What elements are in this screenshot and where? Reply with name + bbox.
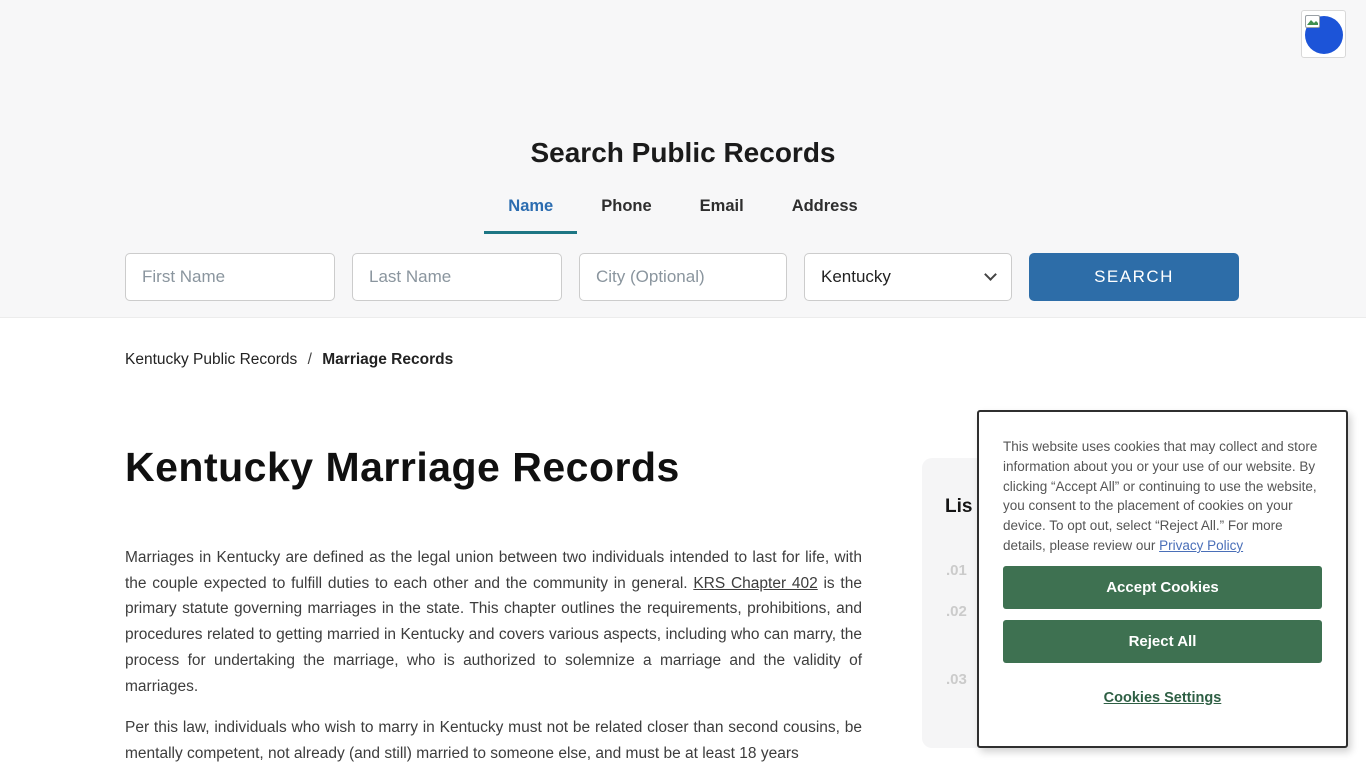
cookie-message-text: This website uses cookies that may colle… <box>1003 439 1318 553</box>
cookie-message: This website uses cookies that may colle… <box>1003 437 1322 556</box>
search-hero: Search Public Records Name Phone Email A… <box>0 0 1366 318</box>
contents-card-heading: Lis <box>945 496 973 517</box>
contents-item-2[interactable]: .02 <box>946 603 967 620</box>
tab-address[interactable]: Address <box>768 197 882 234</box>
chevron-down-icon <box>984 268 997 281</box>
cookies-settings-link[interactable]: Cookies Settings <box>1104 690 1222 706</box>
city-input[interactable] <box>579 253 787 301</box>
contents-item-1[interactable]: .01 <box>946 562 967 579</box>
search-button[interactable]: SEARCH <box>1029 253 1239 301</box>
breadcrumb-current: Marriage Records <box>322 351 454 368</box>
tab-phone[interactable]: Phone <box>577 197 675 234</box>
breadcrumb-separator: / <box>307 351 312 368</box>
article-paragraph-1: Marriages in Kentucky are defined as the… <box>125 545 862 699</box>
search-form: Kentucky SEARCH <box>125 253 1239 301</box>
state-select-value: Kentucky <box>821 267 891 286</box>
cookie-settings-row: Cookies Settings <box>1003 689 1322 707</box>
tab-name[interactable]: Name <box>484 197 578 234</box>
search-tabs: Name Phone Email Address <box>0 197 1366 234</box>
state-select[interactable]: Kentucky <box>804 253 1012 301</box>
article-heading: Kentucky Marriage Records <box>125 444 680 490</box>
accessibility-widget-button[interactable] <box>1301 10 1346 58</box>
article-paragraph-2: Per this law, individuals who wish to ma… <box>125 719 862 762</box>
first-name-input[interactable] <box>125 253 335 301</box>
paragraph-text: is the primary statute governing marriag… <box>125 574 862 695</box>
tab-email[interactable]: Email <box>676 197 768 234</box>
broken-image-icon <box>1305 15 1320 28</box>
contents-item-3[interactable]: .03 <box>946 671 967 688</box>
last-name-input[interactable] <box>352 253 562 301</box>
page: Search Public Records Name Phone Email A… <box>0 0 1366 768</box>
article-body: Marriages in Kentucky are defined as the… <box>125 545 862 767</box>
breadcrumb-parent-link[interactable]: Kentucky Public Records <box>125 351 297 368</box>
page-title: Search Public Records <box>530 137 836 168</box>
krs-chapter-402-link[interactable]: KRS Chapter 402 <box>693 575 817 592</box>
privacy-policy-link[interactable]: Privacy Policy <box>1159 538 1243 553</box>
cookie-consent-dialog: This website uses cookies that may colle… <box>977 410 1348 748</box>
breadcrumb: Kentucky Public Records / Marriage Recor… <box>125 351 453 369</box>
reject-all-button[interactable]: Reject All <box>1003 619 1322 663</box>
accept-cookies-button[interactable]: Accept Cookies <box>1003 565 1322 609</box>
